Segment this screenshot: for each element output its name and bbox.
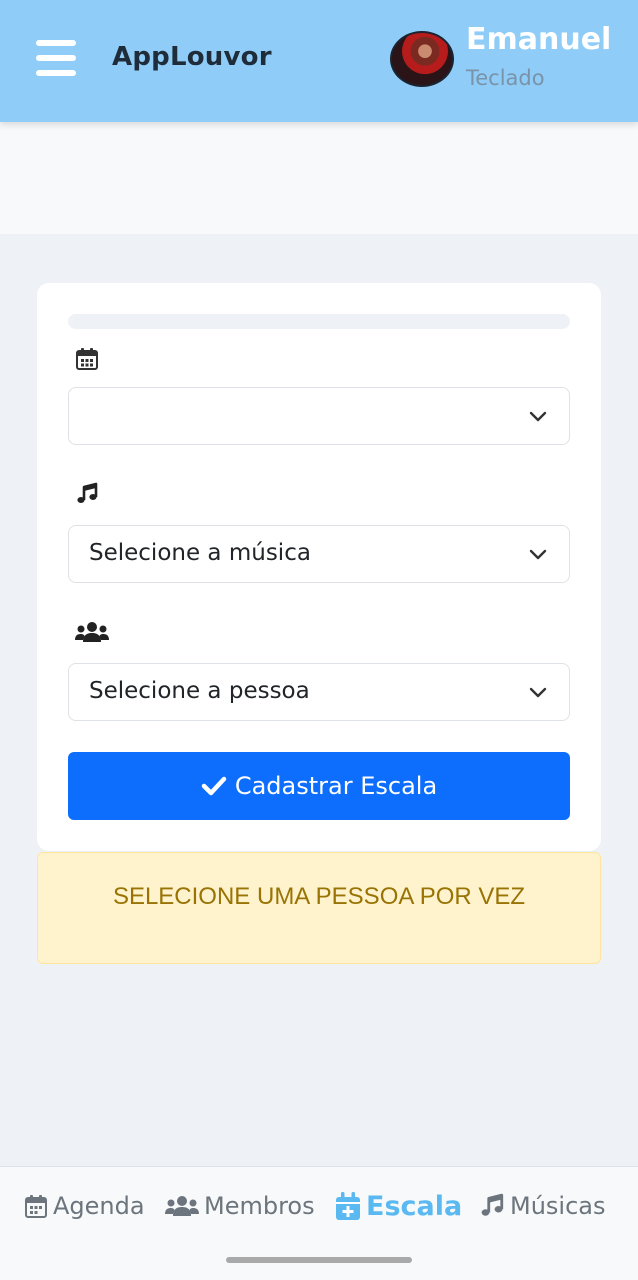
register-schedule-button[interactable]: Cadastrar Escala	[68, 752, 570, 820]
register-schedule-label: Cadastrar Escala	[234, 772, 438, 800]
music-icon	[481, 1193, 504, 1216]
home-indicator	[226, 1257, 412, 1263]
schedule-form-card: Selecione a música Selecione a pessoa Ca…	[37, 283, 601, 851]
person-select[interactable]: Selecione a pessoa	[68, 663, 570, 721]
nav-label-membros: Membros	[204, 1192, 315, 1220]
nav-label-musicas: Músicas	[510, 1192, 606, 1220]
calendar-icon	[25, 1195, 47, 1218]
check-icon	[201, 776, 227, 796]
nav-item-membros[interactable]: Membros	[165, 1189, 315, 1223]
nav-item-agenda[interactable]: Agenda	[24, 1189, 145, 1223]
music-icon	[77, 482, 98, 503]
person-select-value: Selecione a pessoa	[89, 678, 310, 704]
chevron-down-icon	[529, 549, 547, 560]
users-icon	[75, 622, 109, 642]
users-icon	[165, 1196, 199, 1216]
user-name: Emanuel	[466, 22, 612, 57]
chevron-down-icon	[529, 411, 547, 422]
music-select[interactable]: Selecione a música	[68, 525, 570, 583]
calendar-icon	[76, 348, 98, 370]
chevron-down-icon	[529, 687, 547, 698]
nav-label-agenda: Agenda	[53, 1192, 145, 1220]
nav-item-musicas[interactable]: Músicas	[479, 1189, 606, 1223]
warning-alert: SELECIONE UMA PESSOA POR VEZ	[37, 852, 601, 964]
calendar-plus-icon	[336, 1192, 360, 1220]
alert-message: SELECIONE UMA PESSOA POR VEZ	[112, 883, 526, 910]
progress-bar	[68, 314, 570, 329]
nav-label-escala: Escala	[366, 1190, 463, 1222]
music-select-value: Selecione a música	[89, 540, 311, 566]
user-avatar[interactable]	[390, 31, 454, 87]
user-role: Teclado	[466, 66, 545, 90]
app-header: AppLouvor Emanuel Teclado	[0, 0, 638, 122]
top-band	[0, 122, 638, 234]
hamburger-menu-icon[interactable]	[36, 40, 76, 76]
nav-item-escala[interactable]: Escala	[335, 1189, 462, 1223]
date-select[interactable]	[68, 387, 570, 445]
app-title: AppLouvor	[112, 42, 272, 72]
